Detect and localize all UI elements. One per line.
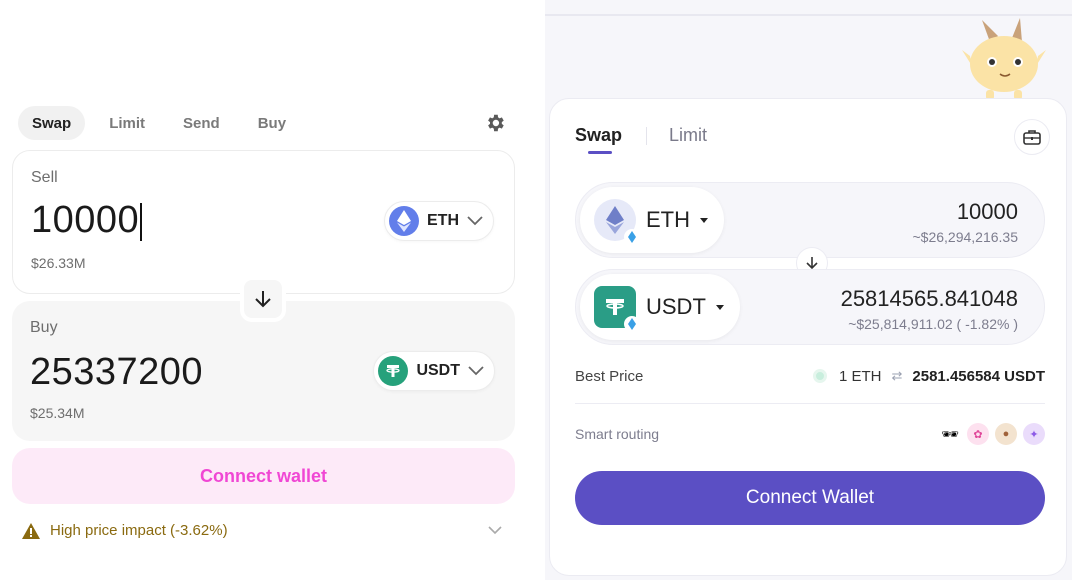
tab-send[interactable]: Send [169,106,234,140]
buy-usd-value: $25.34M [30,405,85,421]
price-impact-warning[interactable]: High price impact (-3.62%) [22,522,228,539]
rate-rhs: 2581.456584 USDT [912,367,1045,385]
sell-panel: Sell 10000 $26.33M ETH [12,150,515,294]
from-token-selector[interactable]: ETH [580,187,724,253]
usdt-icon [594,286,640,332]
caret-down-icon [715,304,724,310]
best-price-label: Best Price [575,367,644,385]
chevron-down-icon[interactable] [488,526,502,535]
exchange-rate[interactable]: 1 ETH ⇄ 2581.456584 USDT [812,367,1045,385]
sunglasses-icon: 🕶 [939,423,961,445]
left-tab-bar: Swap Limit Send Buy [18,106,310,140]
rate-lhs: 1 ETH [838,367,882,385]
tab-limit[interactable]: Limit [669,125,707,146]
bunny-icon: ● [995,423,1017,445]
sell-amount-value: 10000 [31,199,140,241]
to-token-selector[interactable]: USDT [580,274,740,340]
tab-swap[interactable]: Swap [18,106,86,140]
chevron-down-icon [467,216,483,226]
smart-routing-row: Smart routing 🕶 ✿ ● ✦ [575,423,1045,445]
to-token-row: USDT 25814565.841048 ~$25,814,911.02 ( -… [575,269,1045,345]
buy-amount-input[interactable]: 25337200 [30,351,203,394]
tab-buy[interactable]: Buy [244,106,300,140]
warning-icon [22,522,40,539]
sell-label: Sell [31,169,58,186]
buy-panel: Buy 25337200 $25.34M USDT [12,301,515,441]
status-dot-icon [812,369,827,383]
from-usd-value: ~$26,294,216.35 [912,229,1019,245]
buy-label: Buy [30,319,58,336]
connect-wallet-button[interactable]: Connect wallet [12,448,515,504]
usdt-icon [378,356,409,386]
switch-tokens-button[interactable] [240,276,286,322]
connect-wallet-button[interactable]: Connect Wallet [575,471,1045,525]
tab-swap[interactable]: Swap [575,125,622,146]
info-divider [575,403,1045,404]
sparkle-icon: ✦ [1023,423,1045,445]
eth-icon [594,199,640,245]
buy-token-selector[interactable]: USDT [373,351,495,391]
screenshot-stage: Swap Limit Send Buy Sell 10000 $26.33M E… [0,0,1072,580]
chevron-down-icon [468,366,484,376]
sell-amount-input[interactable]: 10000 [31,199,142,242]
active-tab-underline [588,151,612,154]
smart-routing-label: Smart routing [575,426,660,442]
text-caret [140,202,142,241]
sell-token-selector[interactable]: ETH [384,201,494,241]
eth-icon [389,206,419,236]
sell-usd-value: $26.33M [31,255,86,271]
dragon-mascot-icon [960,16,1046,102]
from-amount-input[interactable]: 10000 [957,199,1018,225]
right-tab-bar: Swap Limit [575,125,707,146]
tab-limit[interactable]: Limit [95,106,159,140]
ethereum-chain-icon [624,229,640,245]
buy-token-symbol: USDT [416,362,460,379]
dex-icon-list[interactable]: 🕶 ✿ ● ✦ [933,423,1045,445]
to-usd-value: ~$25,814,911.02 ( -1.82% ) [848,316,1018,332]
price-impact-text: High price impact (-3.62%) [50,522,228,539]
arrow-down-icon [806,257,818,270]
tab-separator [646,126,648,145]
sell-token-symbol: ETH [427,212,459,229]
right-swap-card: Swap Limit ETH 10000 ~$26,294,216.35 USD… [549,98,1067,576]
ethereum-chain-icon [624,316,640,332]
arrow-down-icon [255,291,271,308]
swap-arrows-icon: ⇄ [891,368,903,383]
right-swap-widget: Swap Limit ETH 10000 ~$26,294,216.35 USD… [545,0,1072,580]
unicorn-icon: ✿ [967,423,989,445]
left-swap-widget: Swap Limit Send Buy Sell 10000 $26.33M E… [0,0,530,580]
best-price-row: Best Price 1 ETH ⇄ 2581.456584 USDT [575,365,1045,387]
to-amount-value: 25814565.841048 [840,286,1018,311]
gear-icon[interactable] [484,112,506,134]
from-token-symbol: ETH [646,207,690,232]
caret-down-icon [700,217,708,223]
briefcase-icon[interactable] [1014,119,1050,155]
to-token-symbol: USDT [646,294,706,319]
